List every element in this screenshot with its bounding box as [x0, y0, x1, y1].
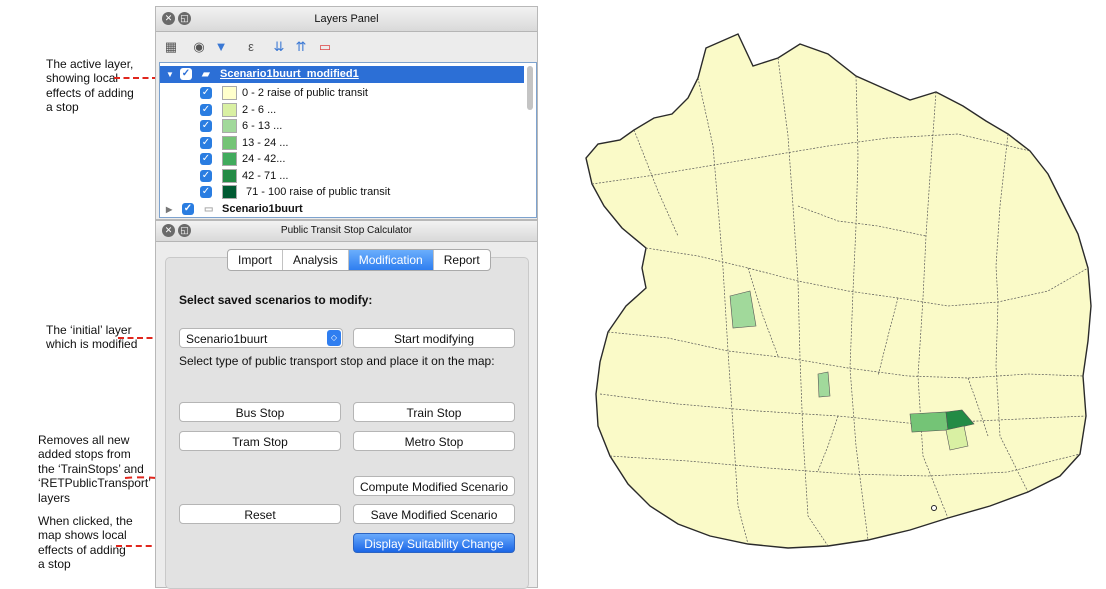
legend-swatch	[222, 185, 237, 199]
annotation-line: Removes all new	[38, 433, 130, 447]
layer-name: Scenario1buurt	[222, 203, 303, 215]
legend-label: 13 - 24 ...	[242, 136, 289, 149]
legend-checkbox[interactable]: ✓	[200, 169, 212, 182]
add-group-icon[interactable]: ▦	[162, 38, 180, 56]
calculator-title: Public Transit Stop Calculator	[280, 225, 413, 236]
legend-label: 0 - 2 raise of public transit	[242, 87, 368, 99]
expand-all-icon[interactable]: ⇊	[270, 38, 288, 56]
legend-item[interactable]: ✓ 24 - 42...	[160, 151, 524, 168]
expand-arrow-icon[interactable]: ▼	[166, 66, 174, 83]
expand-arrow-icon[interactable]: ▶	[166, 201, 172, 217]
legend-item[interactable]: ✓ 0 - 2 raise of public transit	[160, 85, 524, 102]
layers-panel-title: Layers Panel	[314, 13, 379, 25]
scenario-select-value: Scenario1buurt	[186, 332, 268, 346]
stop-type-label: Select type of public transport stop and…	[179, 354, 495, 368]
legend-checkbox[interactable]: ✓	[200, 136, 212, 149]
tram-stop-button[interactable]: Tram Stop	[179, 431, 341, 451]
legend-item[interactable]: ✓ 13 - 24 ...	[160, 135, 524, 152]
legend-label: 2 - 6 ...	[242, 103, 277, 116]
save-modified-scenario-button[interactable]: Save Modified Scenario	[353, 504, 515, 524]
display-suitability-change-button[interactable]: Display Suitability Change	[353, 533, 515, 553]
legend-swatch	[222, 119, 237, 133]
legend-label: 6 - 13 ...	[242, 120, 283, 132]
scenario-heading: Select saved scenarios to modify:	[179, 293, 373, 307]
metro-stop-button[interactable]: Metro Stop	[353, 431, 515, 451]
annotation-line: When clicked, the	[38, 514, 133, 528]
layer-name: Scenario1buurt_modified1	[220, 68, 359, 80]
layer-checkbox[interactable]: ✓	[180, 68, 192, 80]
legend-checkbox[interactable]: ✓	[200, 186, 212, 198]
float-window-icon[interactable]: ◱	[178, 12, 191, 25]
map-canvas[interactable]	[538, 6, 1100, 588]
bus-stop-button[interactable]: Bus Stop	[179, 402, 341, 422]
polygon-layer-icon: ▰	[202, 69, 210, 80]
legend-checkbox[interactable]: ✓	[200, 120, 212, 132]
legend-swatch	[222, 135, 237, 150]
annotation-display-note: When clicked, the map shows local effect…	[38, 514, 133, 572]
annotation-line: map shows local	[38, 528, 127, 543]
stop-marker	[931, 505, 937, 511]
tab-report[interactable]: Report	[434, 250, 490, 270]
legend-swatch	[222, 102, 237, 117]
calculator-tabs: Import Analysis Modification Report	[227, 249, 491, 271]
calculator-panel: ✕ ◱ Public Transit Stop Calculator Impor…	[155, 220, 538, 589]
layers-panel: ✕ ◱ Layers Panel ▦ ◉ ▼ ε ⇊ ⇈ ▭ ▼ ✓ ▰ Sce…	[155, 6, 538, 220]
reset-button[interactable]: Reset	[179, 504, 341, 524]
legend-checkbox[interactable]: ✓	[200, 87, 212, 99]
modification-panel: Select saved scenarios to modify: Scenar…	[165, 257, 529, 589]
annotation-arrow-line	[114, 77, 158, 79]
legend-label: 24 - 42...	[242, 153, 286, 165]
calculator-titlebar: ✕ ◱ Public Transit Stop Calculator	[156, 221, 537, 242]
layer-row-active[interactable]: ▼ ✓ ▰ Scenario1buurt_modified1	[160, 66, 524, 83]
tab-modification[interactable]: Modification	[348, 250, 434, 270]
polygon-layer-icon: ▭	[204, 204, 214, 215]
annotation-active-layer: The active layer, showing local effects …	[46, 57, 134, 115]
change-area-low	[945, 425, 969, 451]
legend-swatch	[222, 168, 237, 183]
change-area-low	[817, 371, 831, 398]
float-window-icon[interactable]: ◱	[178, 224, 191, 237]
tab-analysis[interactable]: Analysis	[283, 250, 349, 270]
legend-checkbox[interactable]: ✓	[200, 153, 212, 165]
dropdown-arrow-icon: ◇	[327, 330, 341, 346]
annotation-line: a stop	[38, 557, 71, 572]
annotation-line: a stop	[46, 100, 79, 115]
legend-item[interactable]: ✓ 42 - 71 ...	[160, 168, 524, 185]
expression-filter-icon[interactable]: ε	[242, 38, 260, 56]
tab-import[interactable]: Import	[228, 250, 284, 270]
close-icon[interactable]: ✕	[162, 12, 175, 25]
visibility-icon[interactable]: ◉	[190, 38, 208, 56]
legend-item[interactable]: ✓ 6 - 13 ...	[160, 118, 524, 135]
layer-checkbox[interactable]: ✓	[182, 203, 194, 215]
layers-toolbar: ▦ ◉ ▼ ε ⇊ ⇈ ▭	[156, 32, 537, 62]
legend-label: 71 - 100 raise of public transit	[246, 186, 391, 198]
start-modifying-button[interactable]: Start modifying	[353, 328, 515, 348]
annotation-line: The active layer,	[46, 57, 134, 71]
tree-scrollbar[interactable]	[527, 66, 533, 110]
train-stop-button[interactable]: Train Stop	[353, 402, 515, 422]
legend-checkbox[interactable]: ✓	[200, 103, 212, 116]
legend-item[interactable]: ✓ 71 - 100 raise of public transit	[160, 184, 524, 201]
filter-icon[interactable]: ▼	[212, 38, 230, 56]
legend-swatch	[222, 152, 237, 166]
layer-tree: ▼ ✓ ▰ Scenario1buurt_modified1 ✓ 0 - 2 ra…	[159, 62, 537, 218]
legend-item[interactable]: ✓ 2 - 6 ...	[160, 102, 524, 119]
compute-modified-scenario-button[interactable]: Compute Modified Scenario	[353, 476, 515, 496]
close-icon[interactable]: ✕	[162, 224, 175, 237]
change-area-mid	[909, 411, 949, 433]
annotation-line: which is modified	[46, 337, 138, 352]
legend-label: 42 - 71 ...	[242, 169, 289, 182]
legend-swatch	[222, 86, 237, 100]
annotation-line: The ‘initial’ layer	[46, 323, 132, 337]
layer-row-initial[interactable]: ▶ ✓ ▭ Scenario1buurt	[160, 201, 524, 217]
annotation-line: effects of adding	[46, 85, 134, 100]
scenario-select[interactable]: Scenario1buurt ◇	[179, 328, 343, 348]
layers-panel-titlebar: ✕ ◱ Layers Panel	[156, 7, 537, 32]
remove-layer-icon[interactable]: ▭	[316, 38, 334, 56]
collapse-all-icon[interactable]: ⇈	[292, 38, 310, 56]
